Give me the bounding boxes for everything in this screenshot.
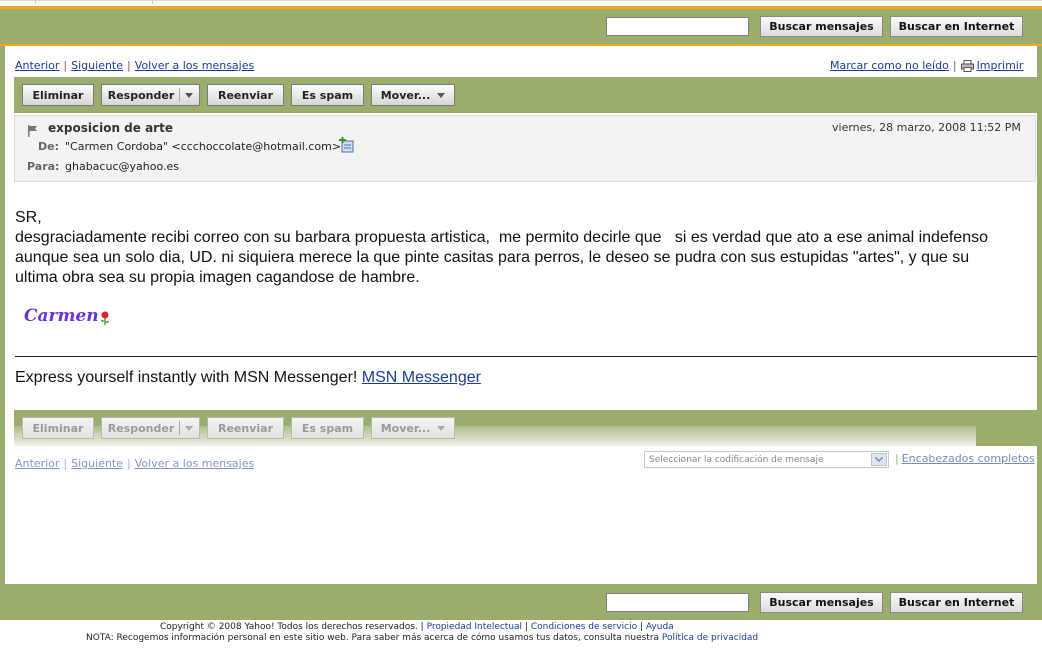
reply-label: Responder — [107, 88, 175, 102]
message-nav-bottom: Anterior | Siguiente | Volver a los mensajes — [15, 457, 255, 470]
top-search-bar — [0, 9, 1042, 44]
message-nav: Anterior | Siguiente | Volver a los mensajes — [15, 59, 255, 72]
reply-button[interactable]: Responder — [101, 417, 200, 439]
search-input[interactable] — [606, 17, 749, 36]
footer-sep: | — [637, 622, 646, 632]
footer-sep: | — [522, 622, 531, 632]
body-divider — [15, 356, 1037, 357]
tab-divider — [35, 0, 36, 4]
frame-border — [1037, 46, 1042, 584]
frame-border — [0, 46, 5, 584]
from-label: De: — [38, 140, 59, 153]
promo-text: Express yourself instantly with MSN Mess… — [15, 369, 362, 386]
terms-link[interactable]: Condiciones de servicio — [531, 622, 637, 632]
message-subject: exposicion de arte — [48, 121, 173, 135]
move-button[interactable]: Mover... — [371, 417, 455, 439]
forward-button[interactable]: Reenviar — [207, 84, 284, 106]
ip-link[interactable]: Propiedad Intelectual — [427, 622, 523, 632]
encoding-select-value: Seleccionar la codificación de mensaje — [649, 454, 824, 465]
search-messages-button[interactable]: Buscar mensajes — [760, 16, 883, 37]
help-link[interactable]: Ayuda — [646, 622, 674, 632]
message-actions: Marcar como no leído | Imprimir — [830, 59, 1024, 72]
chevron-down-icon[interactable] — [871, 453, 887, 466]
accent-line — [0, 44, 1042, 46]
back-to-messages-link[interactable]: Volver a los mensajes — [135, 59, 255, 72]
reply-button[interactable]: Responder — [101, 84, 200, 106]
complete-headers-link[interactable]: completos — [974, 452, 1035, 465]
spam-button[interactable]: Es spam — [291, 84, 364, 106]
rose-icon — [100, 310, 110, 329]
reply-label: Responder — [107, 421, 175, 435]
message-body-line: ultima obra sea su propia imagen cagando… — [15, 269, 420, 286]
search-web-button[interactable]: Buscar en Internet — [890, 592, 1023, 613]
message-date: viernes, 28 marzo, 2008 11:52 PM — [832, 121, 1021, 134]
tab-divider — [152, 0, 153, 4]
msn-messenger-link[interactable]: MSN Messenger — [362, 369, 481, 386]
search-input[interactable] — [606, 593, 749, 612]
move-label: Mover... — [380, 88, 431, 102]
privacy-note: NOTA: Recogemos información personal en … — [86, 633, 662, 643]
flag-icon[interactable] — [27, 122, 38, 141]
footer-note: NOTA: Recogemos información personal en … — [86, 633, 758, 643]
chevron-down-icon[interactable] — [185, 92, 194, 98]
prev-link[interactable]: Anterior — [15, 59, 59, 72]
printer-icon[interactable] — [960, 60, 974, 72]
chevron-down-icon — [437, 425, 446, 431]
to-label: Para: — [27, 160, 60, 173]
next-link[interactable]: Siguiente — [71, 457, 123, 470]
back-to-messages-link[interactable]: Volver a los mensajes — [135, 457, 255, 470]
search-web-button[interactable]: Buscar en Internet — [890, 16, 1023, 37]
search-messages-button[interactable]: Buscar mensajes — [760, 592, 883, 613]
message-greeting: SR, — [15, 209, 42, 226]
encoding-select[interactable]: Seleccionar la codificación de mensaje — [644, 451, 889, 468]
headers-link[interactable]: Encabezados — [902, 452, 974, 465]
delete-button[interactable]: Eliminar — [22, 417, 94, 439]
bottom-search-bar — [0, 584, 1042, 620]
print-link[interactable]: Imprimir — [977, 59, 1024, 72]
full-headers: | Encabezados completos — [895, 452, 1035, 465]
chevron-down-icon — [437, 92, 446, 98]
move-button[interactable]: Mover... — [371, 84, 455, 106]
move-label: Mover... — [380, 421, 431, 435]
delete-button[interactable]: Eliminar — [22, 84, 94, 106]
chevron-down-icon[interactable] — [185, 425, 194, 431]
from-value: "Carmen Cordoba" <ccchoccolate@hotmail.c… — [65, 140, 342, 153]
add-contact-icon[interactable] — [339, 137, 355, 157]
message-body-line: aunque sea un solo dia, UD. ni siquiera … — [15, 249, 970, 266]
footer-copyright: Copyright © 2008 Yahoo! Todos los derech… — [160, 622, 674, 632]
copyright-text: Copyright © 2008 Yahoo! Todos los derech… — [160, 622, 427, 632]
message-body-line: desgraciadamente recibi correo con su ba… — [15, 229, 988, 246]
top-divider — [0, 0, 1042, 1]
spam-button[interactable]: Es spam — [291, 417, 364, 439]
next-link[interactable]: Siguiente — [71, 59, 123, 72]
promo-line: Express yourself instantly with MSN Mess… — [15, 368, 481, 388]
forward-button[interactable]: Reenviar — [207, 417, 284, 439]
signature: Carmen — [24, 306, 99, 326]
mark-unread-link[interactable]: Marcar como no leído — [830, 59, 949, 72]
to-value: ghabacuc@yahoo.es — [65, 160, 179, 173]
privacy-link[interactable]: Política de privacidad — [662, 633, 758, 643]
prev-link[interactable]: Anterior — [15, 457, 59, 470]
